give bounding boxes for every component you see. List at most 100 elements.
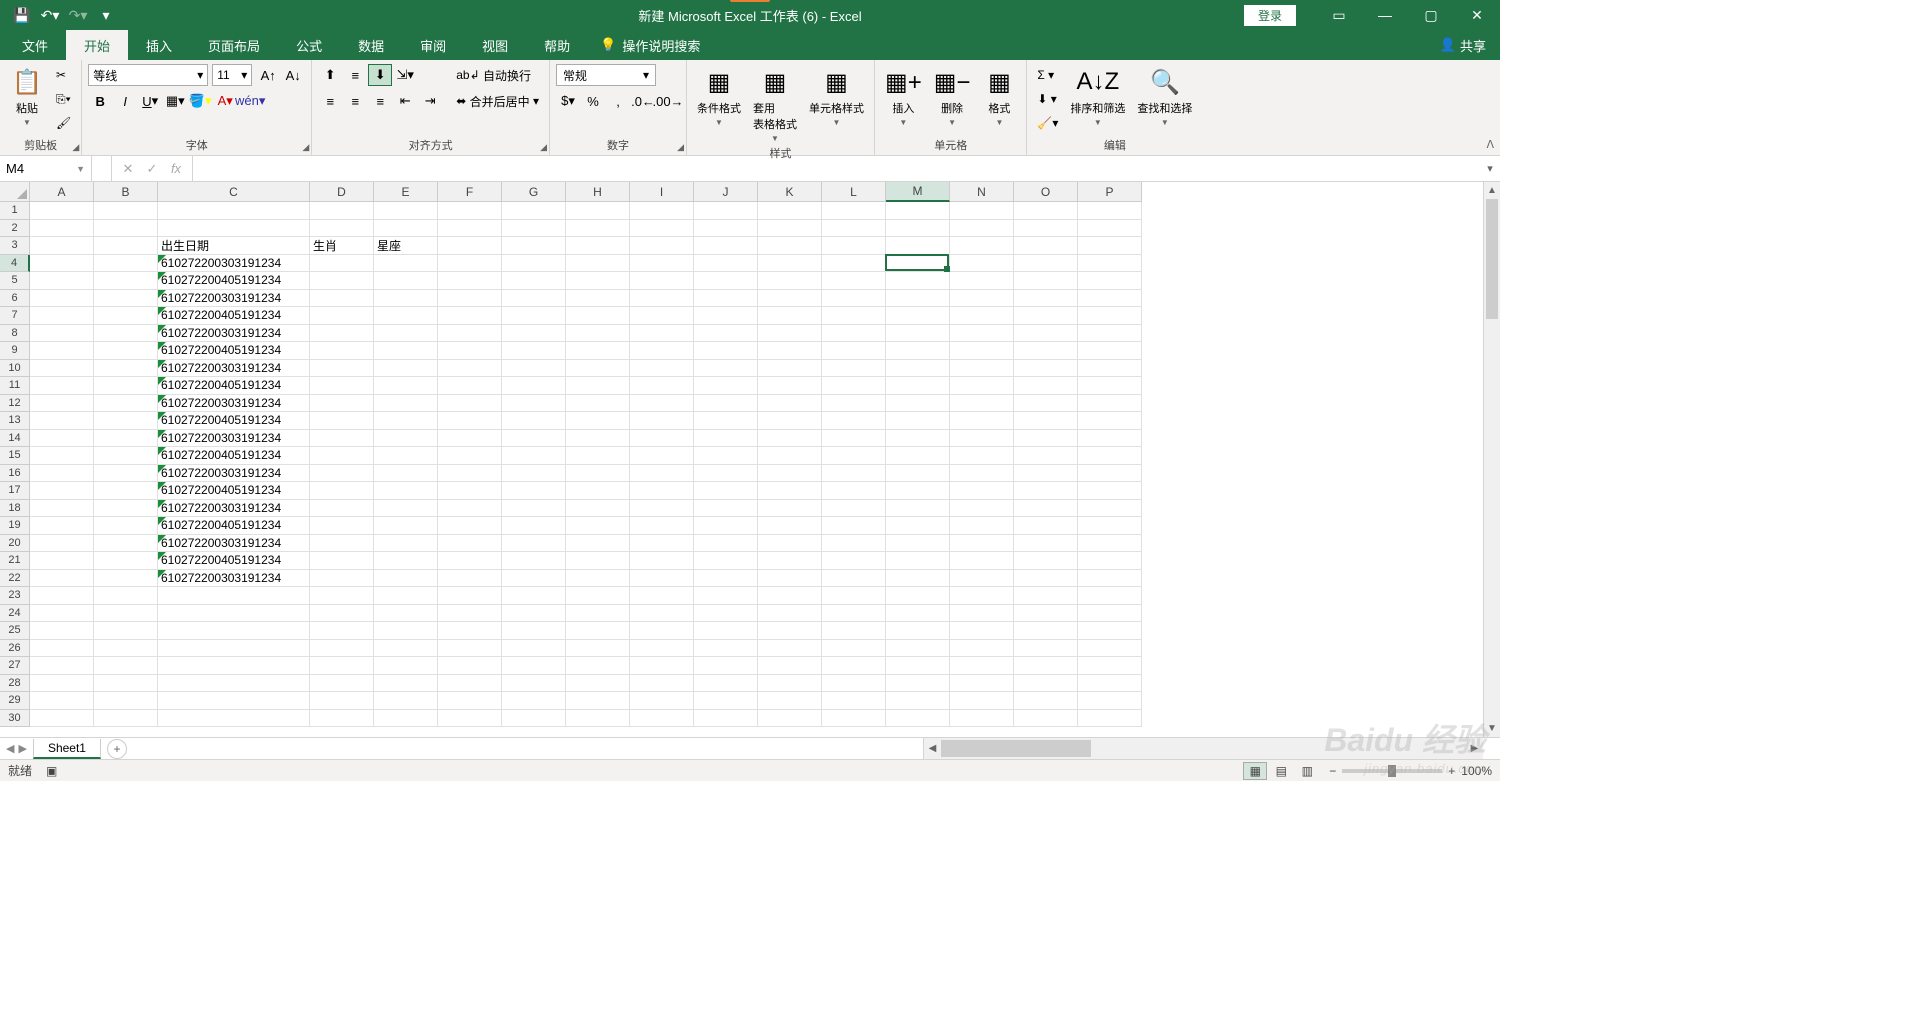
cell[interactable] xyxy=(822,570,886,588)
cell[interactable] xyxy=(310,657,374,675)
cell[interactable] xyxy=(950,220,1014,238)
cell[interactable] xyxy=(694,307,758,325)
column-header[interactable]: M xyxy=(886,182,950,202)
cell[interactable] xyxy=(1014,430,1078,448)
cell[interactable] xyxy=(94,220,158,238)
cell[interactable] xyxy=(822,710,886,728)
cell[interactable] xyxy=(502,465,566,483)
cell[interactable] xyxy=(694,377,758,395)
cell[interactable] xyxy=(566,482,630,500)
cell[interactable] xyxy=(438,237,502,255)
cell[interactable] xyxy=(310,482,374,500)
cell[interactable] xyxy=(310,465,374,483)
cell[interactable] xyxy=(630,605,694,623)
cell[interactable] xyxy=(886,325,950,343)
merge-center-button[interactable]: ⬌ 合并后居中 ▾ xyxy=(452,90,543,112)
cell[interactable] xyxy=(566,290,630,308)
cell[interactable] xyxy=(886,640,950,658)
orientation-button[interactable]: ⇲▾ xyxy=(393,64,417,86)
cell[interactable] xyxy=(630,465,694,483)
cell[interactable] xyxy=(374,465,438,483)
cell[interactable] xyxy=(1078,255,1142,273)
clipboard-launcher-icon[interactable]: ◢ xyxy=(72,142,79,153)
cell[interactable] xyxy=(886,237,950,255)
cell[interactable] xyxy=(502,202,566,220)
cell[interactable] xyxy=(566,622,630,640)
cell[interactable] xyxy=(694,640,758,658)
border-button[interactable]: ▦▾ xyxy=(163,90,187,112)
cell[interactable] xyxy=(1078,692,1142,710)
cell[interactable] xyxy=(886,360,950,378)
cell[interactable] xyxy=(1078,237,1142,255)
cell[interactable] xyxy=(438,430,502,448)
expand-formula-bar-icon[interactable]: ▾ xyxy=(1480,156,1500,181)
cell[interactable] xyxy=(1078,622,1142,640)
cell[interactable] xyxy=(694,360,758,378)
cell[interactable] xyxy=(30,220,94,238)
scroll-thumb[interactable] xyxy=(1486,199,1498,319)
cell[interactable] xyxy=(310,377,374,395)
cell[interactable] xyxy=(694,447,758,465)
cell[interactable] xyxy=(758,622,822,640)
cell[interactable]: 610272200405191234 xyxy=(158,482,310,500)
cell[interactable] xyxy=(694,657,758,675)
add-sheet-button[interactable]: + xyxy=(107,739,127,759)
cell[interactable] xyxy=(822,692,886,710)
cell[interactable] xyxy=(950,710,1014,728)
cell[interactable] xyxy=(30,710,94,728)
cell[interactable] xyxy=(310,360,374,378)
cell[interactable] xyxy=(94,692,158,710)
page-layout-view-button[interactable]: ▤ xyxy=(1269,762,1293,780)
cell[interactable] xyxy=(566,447,630,465)
cell[interactable] xyxy=(374,570,438,588)
cell[interactable] xyxy=(94,482,158,500)
cell[interactable] xyxy=(502,640,566,658)
cell[interactable] xyxy=(758,430,822,448)
column-header[interactable]: D xyxy=(310,182,374,202)
cell[interactable] xyxy=(438,220,502,238)
cell[interactable] xyxy=(1014,202,1078,220)
cell[interactable] xyxy=(694,220,758,238)
cell[interactable] xyxy=(502,500,566,518)
cell[interactable] xyxy=(374,342,438,360)
row-header[interactable]: 5 xyxy=(0,272,30,290)
cell[interactable] xyxy=(30,272,94,290)
cell[interactable] xyxy=(950,500,1014,518)
cell[interactable] xyxy=(374,482,438,500)
cell[interactable] xyxy=(1014,412,1078,430)
cell[interactable] xyxy=(94,307,158,325)
cell[interactable] xyxy=(310,412,374,430)
cell[interactable] xyxy=(758,307,822,325)
cell[interactable] xyxy=(310,710,374,728)
row-header[interactable]: 21 xyxy=(0,552,30,570)
cell[interactable] xyxy=(950,535,1014,553)
cell[interactable] xyxy=(94,430,158,448)
cell[interactable] xyxy=(694,710,758,728)
cell[interactable] xyxy=(758,290,822,308)
cell[interactable] xyxy=(630,447,694,465)
cell[interactable] xyxy=(822,605,886,623)
cell[interactable] xyxy=(758,447,822,465)
cell[interactable] xyxy=(374,307,438,325)
cell[interactable] xyxy=(758,482,822,500)
cell[interactable] xyxy=(886,692,950,710)
cell[interactable] xyxy=(758,710,822,728)
cell[interactable] xyxy=(758,570,822,588)
cell[interactable] xyxy=(566,500,630,518)
cell[interactable] xyxy=(950,482,1014,500)
underline-button[interactable]: U▾ xyxy=(138,90,162,112)
cell[interactable] xyxy=(30,202,94,220)
cell[interactable] xyxy=(374,552,438,570)
cell[interactable] xyxy=(438,675,502,693)
cell[interactable] xyxy=(310,325,374,343)
insert-cells-button[interactable]: ▦+插入▼ xyxy=(881,64,926,129)
cell[interactable] xyxy=(758,535,822,553)
column-header[interactable]: O xyxy=(1014,182,1078,202)
cell[interactable]: 610272200303191234 xyxy=(158,500,310,518)
cell[interactable] xyxy=(694,412,758,430)
cell[interactable] xyxy=(502,482,566,500)
cell[interactable] xyxy=(374,290,438,308)
cell[interactable] xyxy=(886,307,950,325)
cell[interactable] xyxy=(310,447,374,465)
cell[interactable] xyxy=(566,237,630,255)
